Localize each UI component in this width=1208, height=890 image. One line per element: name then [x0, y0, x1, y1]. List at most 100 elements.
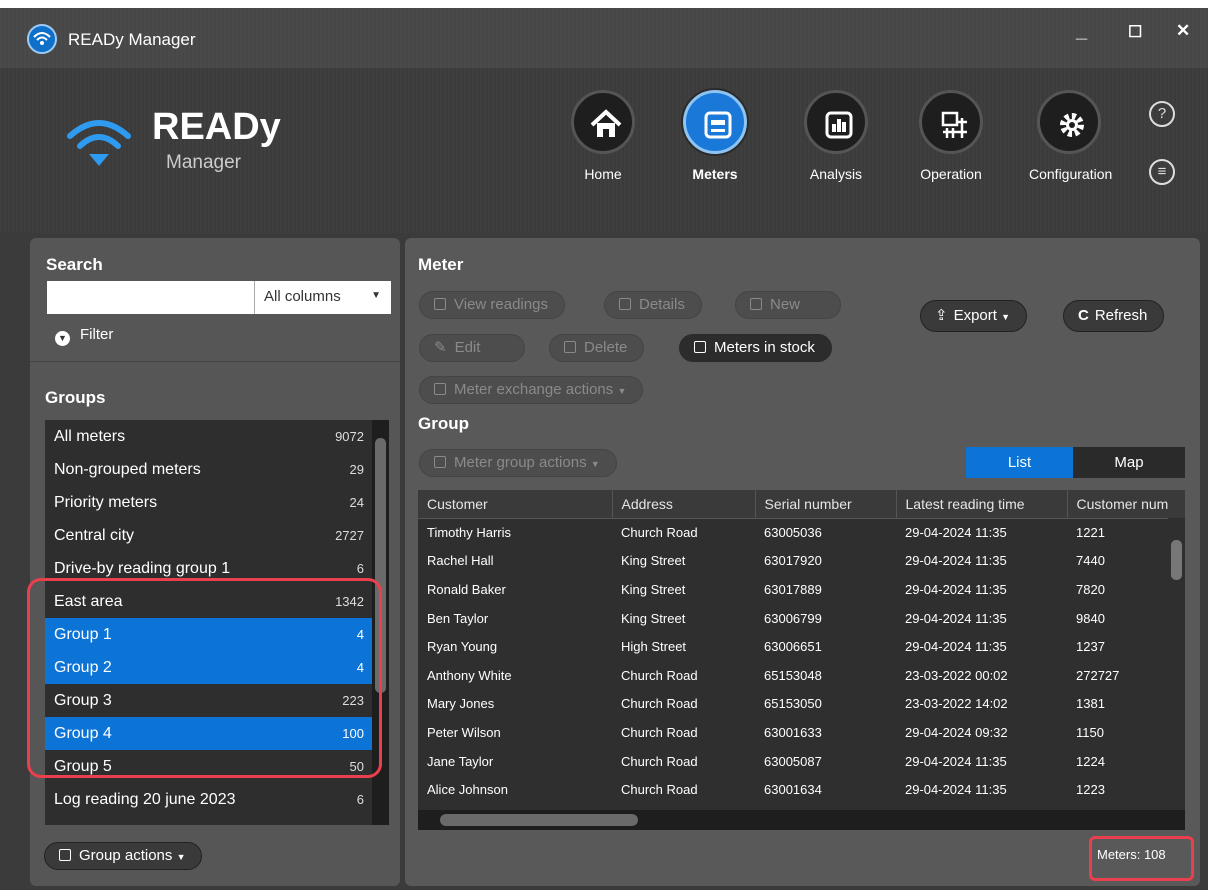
highlight-meters-count	[1089, 836, 1194, 881]
meter-icon	[683, 90, 747, 154]
group-item-count: 24	[349, 495, 364, 510]
edit-button[interactable]: ✎ Edit	[419, 334, 526, 362]
table-hscrollbar[interactable]	[418, 810, 1185, 830]
table-cell: 29-04-2024 11:35	[905, 753, 1007, 769]
table-scrollbar[interactable]	[1168, 518, 1185, 810]
table-cell: Rachel Hall	[427, 553, 494, 569]
table-row[interactable]: Alice Johnson Church Road 63001634 29-04-20…	[418, 775, 1185, 804]
nav-analysis-label: Analysis	[809, 166, 863, 182]
new-button[interactable]: New	[735, 291, 842, 319]
table-row[interactable]: Ryan Young High Street 63006651 29-04-2024 …	[418, 632, 1185, 661]
info-icon[interactable]: ≡	[1149, 159, 1175, 185]
left-panel: Search All columns ▼ ▼ Filter Groups All …	[30, 238, 400, 886]
column-header[interactable]: Latest reading time	[896, 490, 1068, 519]
pencil-icon: ✎	[434, 339, 447, 356]
logo-subtitle: Manager	[166, 152, 241, 173]
meter-exchange-label: Meter exchange actions	[454, 381, 614, 398]
filter-toggle[interactable]: ▼ Filter	[55, 326, 113, 346]
nav-configuration[interactable]: Configuration	[1029, 90, 1112, 182]
highlight-groups	[27, 578, 382, 778]
table-row[interactable]: Peter Wilson Church Road 63001633 29-04-202…	[418, 718, 1185, 747]
table-cell: King Street	[621, 610, 686, 626]
map-view-tab[interactable]: Map	[1073, 447, 1185, 478]
table-cell: Timothy Harris	[427, 525, 512, 541]
chevron-down-icon: ▼	[371, 290, 381, 301]
table-cell: 63005087	[764, 753, 822, 769]
group-item[interactable]: Central city 2727	[45, 519, 372, 552]
edit-label: Edit	[454, 339, 481, 356]
table-cell: Ryan Young	[427, 639, 498, 655]
help-icon[interactable]: ?	[1149, 101, 1175, 127]
table-cell: 63001634	[764, 782, 822, 798]
column-header[interactable]: Address	[612, 490, 756, 519]
header: READy Manager Home Meters Analysis Opera…	[0, 68, 1208, 233]
nav-meters[interactable]: Meters	[675, 90, 755, 182]
close-button[interactable]: ✕	[1176, 21, 1190, 41]
export-button[interactable]: ⇪ Export ▼	[920, 300, 1028, 332]
group-item-count: 9072	[335, 429, 364, 444]
group-item[interactable]: Non-grouped meters 29	[45, 453, 372, 486]
search-column-select[interactable]: All columns ▼	[254, 281, 391, 314]
delete-button[interactable]: Delete	[549, 334, 645, 362]
meter-title: Meter	[418, 255, 464, 274]
view-readings-label: View readings	[454, 296, 548, 313]
table-row[interactable]: Ronald Baker King Street 63017889 29-04-202…	[418, 575, 1185, 604]
operation-icon	[919, 90, 983, 154]
right-panel: Meter View readings Details New ✎ Edit De…	[405, 238, 1200, 886]
table-cell: 63005036	[764, 525, 822, 541]
group-actions-button[interactable]: Group actions ▼	[44, 842, 203, 870]
details-icon	[619, 298, 631, 310]
delete-icon	[564, 341, 576, 353]
table-cell: Church Road	[621, 782, 698, 798]
details-label: Details	[639, 296, 685, 313]
column-header[interactable]: Customer num	[1067, 490, 1185, 519]
list-icon	[434, 298, 446, 310]
table-cell: Church Road	[621, 667, 698, 683]
table-cell: Jane Taylor	[427, 753, 494, 769]
nav-home[interactable]: Home	[563, 90, 643, 182]
list-view-tab[interactable]: List	[966, 447, 1073, 478]
search-input[interactable]	[47, 281, 254, 314]
maximize-button[interactable]: ☐	[1128, 22, 1142, 42]
table-row[interactable]: Jane Taylor Church Road 63005087 29-04-2024…	[418, 747, 1185, 776]
table-hscroll-thumb[interactable]	[440, 814, 638, 826]
meter-exchange-button[interactable]: Meter exchange actions ▼	[419, 376, 644, 404]
table-row[interactable]: Anthony White Church Road 65153048 23-03-20…	[418, 661, 1185, 690]
group-item[interactable]: Priority meters 24	[45, 486, 372, 519]
meters-in-stock-button[interactable]: Meters in stock	[679, 334, 832, 362]
group-actions-label: Group actions	[79, 847, 173, 864]
nav-operation[interactable]: Operation	[911, 90, 991, 182]
new-icon	[750, 298, 762, 310]
table-scroll-thumb[interactable]	[1171, 540, 1182, 580]
details-button[interactable]: Details	[604, 291, 702, 319]
bar-chart-icon	[804, 90, 868, 154]
meter-group-actions-label: Meter group actions	[454, 454, 587, 471]
refresh-button[interactable]: C Refresh	[1063, 300, 1165, 332]
nav-analysis[interactable]: Analysis	[796, 90, 876, 182]
title-bar: READy Manager _ ☐ ✕	[0, 8, 1208, 68]
table-cell: 29-04-2024 11:35	[905, 581, 1007, 597]
table-cell: Anthony White	[427, 667, 512, 683]
group-item[interactable]: Log reading 20 june 2023 6	[45, 783, 372, 816]
groups-title: Groups	[45, 388, 106, 407]
meter-group-actions-button[interactable]: Meter group actions ▼	[419, 449, 617, 477]
table-row[interactable]: Mary Jones Church Road 65153050 23-03-2022 …	[418, 690, 1185, 719]
column-header[interactable]: Customer	[418, 490, 613, 519]
minimize-button[interactable]: _	[1076, 20, 1087, 43]
table-row[interactable]: Timothy Harris Church Road 63005036 29-04-2…	[418, 518, 1185, 547]
table-row[interactable]: Rachel Hall King Street 63017920 29-04-2024…	[418, 547, 1185, 576]
delete-label: Delete	[584, 339, 628, 356]
column-header[interactable]: Serial number	[755, 490, 897, 519]
gear-icon	[1037, 90, 1101, 154]
group-item-label: Priority meters	[54, 494, 158, 511]
table-cell: 29-04-2024 11:35	[905, 553, 1007, 569]
view-readings-button[interactable]: View readings	[419, 291, 565, 319]
table-row[interactable]: Ben Taylor King Street 63006799 29-04-2024 …	[418, 604, 1185, 633]
app-window: READy Manager _ ☐ ✕ READy Manager Home M…	[0, 8, 1208, 890]
group-item[interactable]: All meters 9072	[45, 420, 372, 453]
table-cell: Ronald Baker	[427, 581, 506, 597]
table-cell: 29-04-2024 11:35	[905, 782, 1007, 798]
table-body: Timothy Harris Church Road 63005036 29-04-2…	[418, 518, 1185, 804]
meters-table[interactable]: Customer Address Serial number Latest readi…	[418, 490, 1185, 830]
table-cell: Church Road	[621, 724, 698, 740]
